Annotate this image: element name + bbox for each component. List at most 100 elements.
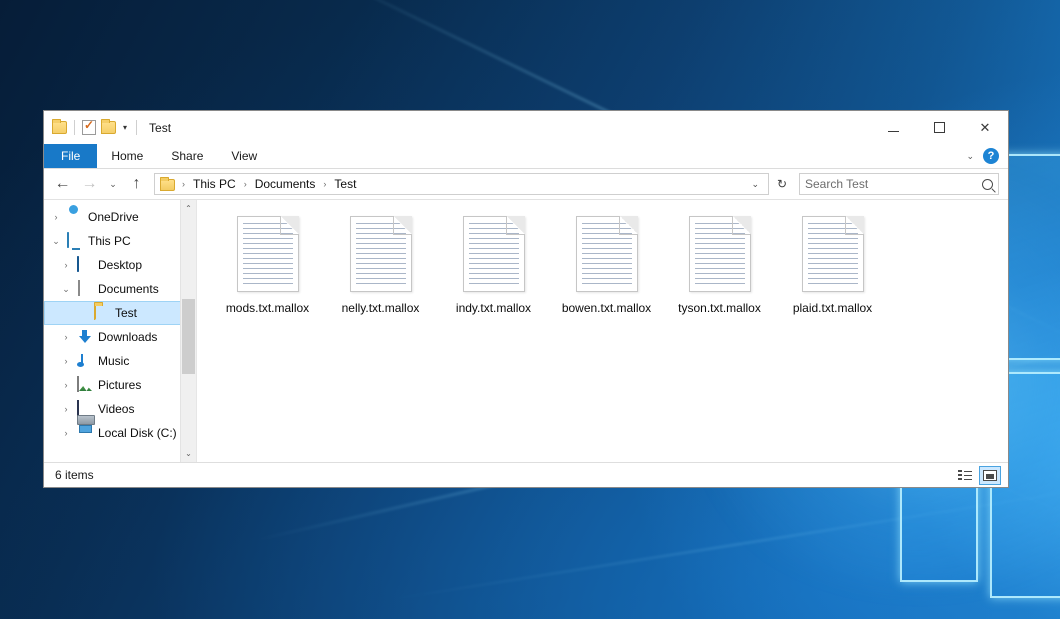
music-icon — [77, 353, 93, 369]
sidebar-item-test[interactable]: Test — [44, 301, 196, 325]
address-bar[interactable]: › This PC › Documents › Test ⌄ — [154, 173, 769, 195]
breadcrumb-test[interactable]: Test — [333, 177, 357, 191]
file-list-pane[interactable]: mods.txt.mallox nelly.txt.mallox indy.tx… — [196, 200, 1008, 462]
back-button[interactable]: ← — [50, 172, 75, 196]
search-box[interactable] — [799, 173, 999, 195]
expander-icon[interactable]: › — [60, 429, 72, 438]
sidebar-scrollbar[interactable]: ⌃ ⌄ — [180, 200, 196, 462]
cloud-icon — [67, 209, 83, 225]
file-name: nelly.txt.mallox — [342, 301, 420, 315]
sidebar-item-label: Music — [98, 354, 129, 368]
desktop-icon — [77, 257, 93, 273]
expander-icon[interactable]: › — [60, 333, 72, 342]
details-view-button[interactable] — [954, 466, 976, 485]
toolbar-divider — [74, 120, 75, 135]
file-item[interactable]: mods.txt.mallox — [211, 214, 324, 315]
text-file-icon — [576, 216, 638, 292]
folder-icon — [94, 305, 110, 321]
tab-file[interactable]: File — [44, 144, 97, 168]
sidebar-item-label: Test — [115, 306, 137, 320]
toolbar-divider — [136, 120, 137, 135]
scrollbar-track[interactable] — [181, 217, 197, 445]
folder-icon[interactable] — [52, 121, 67, 134]
expander-icon[interactable]: › — [60, 357, 72, 366]
close-button[interactable]: ✕ — [962, 111, 1008, 144]
pictures-icon — [77, 377, 93, 393]
chevron-down-icon[interactable]: ⌄ — [966, 151, 974, 162]
up-button[interactable]: ↑ — [124, 172, 149, 196]
tab-view[interactable]: View — [217, 144, 271, 168]
expander-icon[interactable]: › — [60, 381, 72, 390]
window-title: Test — [149, 121, 171, 135]
computer-icon — [67, 233, 83, 249]
sidebar-item-this-pc[interactable]: ⌄ This PC — [44, 229, 196, 253]
file-explorer-window: ▾ Test ✕ File Home Share View ⌄ ? ← → ⌄ … — [43, 110, 1009, 488]
new-folder-icon[interactable] — [101, 121, 116, 134]
search-icon[interactable] — [982, 179, 993, 190]
expander-icon[interactable]: ⌄ — [60, 285, 72, 294]
status-bar: 6 items — [44, 462, 1008, 487]
tab-share[interactable]: Share — [157, 144, 217, 168]
address-bar-row: ← → ⌄ ↑ › This PC › Documents › Test ⌄ ↻ — [44, 169, 1008, 199]
file-item[interactable]: nelly.txt.mallox — [324, 214, 437, 315]
scroll-up-icon[interactable]: ⌃ — [181, 200, 197, 217]
navigation-pane: › OneDrive ⌄ This PC › Desktop ⌄ Documen… — [44, 200, 196, 462]
window-controls: ✕ — [870, 111, 1008, 144]
breadcrumb-separator: › — [241, 179, 250, 189]
sidebar-item-label: Videos — [98, 402, 134, 416]
explorer-body: › OneDrive ⌄ This PC › Desktop ⌄ Documen… — [44, 199, 1008, 462]
expander-icon[interactable]: › — [60, 405, 72, 414]
expander-icon[interactable]: ⌄ — [50, 237, 62, 246]
sidebar-item-label: Local Disk (C:) — [98, 426, 177, 440]
maximize-button[interactable] — [916, 111, 962, 144]
file-item[interactable]: plaid.txt.mallox — [776, 214, 889, 315]
scrollbar-thumb[interactable] — [182, 299, 195, 374]
document-icon — [77, 281, 93, 297]
file-item[interactable]: bowen.txt.mallox — [550, 214, 663, 315]
text-file-icon — [463, 216, 525, 292]
properties-icon[interactable] — [82, 120, 96, 135]
quick-access-toolbar: ▾ — [52, 120, 139, 135]
breadcrumb-documents[interactable]: Documents — [254, 177, 317, 191]
chevron-down-icon[interactable]: ▾ — [121, 124, 129, 132]
sidebar-item-desktop[interactable]: › Desktop — [44, 253, 196, 277]
expander-icon[interactable]: › — [60, 261, 72, 270]
breadcrumb-separator: › — [179, 179, 188, 189]
sidebar-item-videos[interactable]: › Videos — [44, 397, 196, 421]
file-item[interactable]: indy.txt.mallox — [437, 214, 550, 315]
tab-home[interactable]: Home — [97, 144, 157, 168]
forward-button[interactable]: → — [77, 172, 102, 196]
help-icon[interactable]: ? — [983, 148, 999, 164]
search-input[interactable] — [805, 177, 982, 191]
sidebar-item-local-disk[interactable]: › Local Disk (C:) — [44, 421, 196, 445]
text-file-icon — [689, 216, 751, 292]
file-name: indy.txt.mallox — [456, 301, 531, 315]
ribbon-actions: ⌄ ? — [966, 144, 1008, 168]
breadcrumb-separator: › — [320, 179, 329, 189]
text-file-icon — [350, 216, 412, 292]
sidebar-item-pictures[interactable]: › Pictures — [44, 373, 196, 397]
title-bar: ▾ Test ✕ — [44, 111, 1008, 144]
large-icons-view-icon — [983, 470, 997, 481]
recent-locations-icon[interactable]: ⌄ — [104, 172, 122, 196]
expander-icon[interactable]: › — [50, 213, 62, 222]
chevron-down-icon[interactable]: ⌄ — [746, 179, 764, 190]
disk-icon — [77, 425, 93, 441]
download-icon — [77, 329, 93, 345]
view-toggle-group — [954, 466, 1001, 485]
scroll-down-icon[interactable]: ⌄ — [181, 445, 197, 462]
sidebar-item-label: Downloads — [98, 330, 157, 344]
sidebar-item-label: Documents — [98, 282, 159, 296]
breadcrumb-this-pc[interactable]: This PC — [192, 177, 237, 191]
file-item[interactable]: tyson.txt.mallox — [663, 214, 776, 315]
sidebar-item-onedrive[interactable]: › OneDrive — [44, 205, 196, 229]
refresh-button[interactable]: ↻ — [771, 177, 793, 191]
large-icons-view-button[interactable] — [979, 466, 1001, 485]
sidebar-item-music[interactable]: › Music — [44, 349, 196, 373]
file-name: bowen.txt.mallox — [562, 301, 651, 315]
sidebar-item-downloads[interactable]: › Downloads — [44, 325, 196, 349]
sidebar-item-label: Desktop — [98, 258, 142, 272]
sidebar-item-documents[interactable]: ⌄ Documents — [44, 277, 196, 301]
minimize-button[interactable] — [870, 111, 916, 144]
text-file-icon — [802, 216, 864, 292]
